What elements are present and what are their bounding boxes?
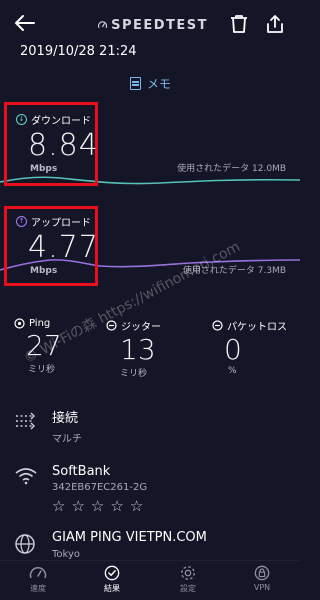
- download-data-used: 使用されたデータ 12.0MB: [177, 164, 286, 174]
- upload-unit: Mbps: [30, 266, 58, 276]
- jitter-stat: ジッター 13 ミリ秒: [106, 318, 161, 379]
- memo-icon: [130, 77, 141, 90]
- memo-button[interactable]: メモ: [130, 75, 171, 92]
- share-icon[interactable]: [266, 14, 284, 34]
- network-bssid: 342EB67EC261-2G: [52, 482, 148, 493]
- packet-loss-stat: パケットロス 0 %: [212, 318, 287, 376]
- upload-value: 4.77: [28, 230, 99, 265]
- wifi-icon: [15, 467, 37, 489]
- test-datetime: 2019/10/28 21:24: [20, 44, 137, 59]
- nav-vpn[interactable]: VPN: [232, 565, 292, 592]
- packet-loss-unit: %: [228, 366, 237, 376]
- results-check-icon: [104, 565, 120, 581]
- packet-loss-value: 0: [224, 333, 242, 366]
- download-unit: Mbps: [30, 164, 58, 174]
- upload-label-text: アップロード: [31, 218, 91, 229]
- rating-stars[interactable]: ☆ ☆ ☆ ☆ ☆: [52, 497, 147, 515]
- nav-settings-label: 設定: [180, 584, 196, 593]
- star-icon[interactable]: ☆: [52, 497, 65, 515]
- nav-speed[interactable]: 速度: [8, 565, 68, 594]
- jitter-label: ジッター: [121, 322, 161, 333]
- nav-speed-label: 速度: [30, 584, 46, 593]
- nav-settings[interactable]: 設定: [158, 565, 218, 594]
- server-name: GIAM PING VIETPN.COM: [52, 530, 207, 545]
- nav-results-label: 結果: [104, 584, 120, 593]
- server-info: GIAM PING VIETPN.COM Tokyo: [52, 530, 207, 560]
- ping-label: Ping: [29, 318, 51, 329]
- speedtest-gauge-icon: [98, 21, 108, 29]
- download-label-text: ダウンロード: [31, 116, 91, 127]
- download-value: 8.84: [28, 128, 99, 163]
- upload-arrow-icon: ↑: [16, 216, 27, 227]
- star-icon[interactable]: ☆: [91, 497, 104, 515]
- vpn-lock-icon: [254, 565, 270, 581]
- connection-title: 接続: [52, 411, 79, 426]
- memo-label: メモ: [147, 77, 172, 91]
- server-location: Tokyo: [52, 549, 80, 560]
- packet-loss-icon: [212, 320, 223, 331]
- connection-info: 接続 マルチ: [52, 407, 82, 445]
- nav-results[interactable]: 結果: [82, 565, 142, 594]
- network-info: SoftBank 342EB67EC261-2G ☆ ☆ ☆ ☆ ☆: [52, 464, 147, 515]
- logo-text: SPEEDTEST: [111, 17, 208, 33]
- jitter-value: 13: [120, 333, 156, 366]
- globe-icon: [14, 533, 36, 559]
- connection-icon: [14, 412, 44, 434]
- trash-icon[interactable]: [230, 14, 248, 34]
- packet-loss-label: パケットロス: [227, 322, 287, 333]
- top-bar: SPEEDTEST: [0, 0, 300, 44]
- star-icon[interactable]: ☆: [71, 497, 84, 515]
- jitter-unit: ミリ秒: [120, 369, 148, 379]
- star-icon[interactable]: ☆: [130, 497, 143, 515]
- speed-gauge-icon: [29, 567, 47, 579]
- star-icon[interactable]: ☆: [110, 497, 123, 515]
- connection-sub: マルチ: [52, 434, 82, 445]
- settings-gear-icon: [181, 566, 195, 580]
- ping-icon: [14, 318, 25, 329]
- nav-vpn-label: VPN: [253, 583, 271, 592]
- network-name: SoftBank: [52, 464, 111, 479]
- speedtest-logo: SPEEDTEST: [98, 16, 208, 34]
- upload-label: ↑ アップロード: [16, 214, 91, 229]
- download-arrow-icon: ↓: [16, 114, 27, 125]
- download-label: ↓ ダウンロード: [16, 112, 91, 127]
- bottom-nav: 速度 結果 設定 VPN: [0, 560, 300, 600]
- back-arrow-icon[interactable]: [14, 14, 36, 32]
